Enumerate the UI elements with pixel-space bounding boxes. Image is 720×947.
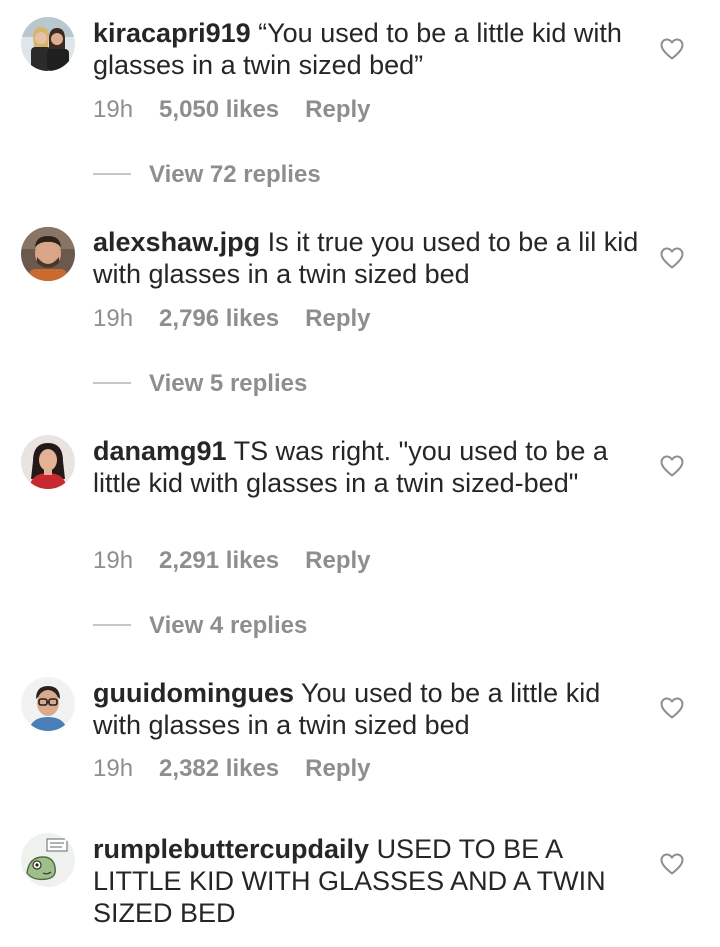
comment-meta: 19h 2,796 likes Reply	[93, 305, 371, 333]
comment-likes[interactable]: 2,291 likes	[159, 547, 279, 575]
comment-time: 19h	[93, 547, 134, 574]
comment-meta: 19h 2,291 likes Reply	[93, 547, 371, 575]
comment-text: rumplebuttercupdaily USED TO BE A LITTLE…	[93, 833, 641, 929]
avatar[interactable]	[21, 17, 75, 71]
view-replies-label: View 72 replies	[149, 161, 321, 188]
comment-text: kiracapri919 “You used to be a little ki…	[93, 17, 641, 81]
comment-time: 19h	[93, 96, 134, 123]
comment-username[interactable]: rumplebuttercupdaily	[93, 834, 369, 864]
view-replies-button[interactable]: View 72 replies	[93, 161, 321, 189]
avatar[interactable]	[21, 435, 75, 489]
comment-likes[interactable]: 5,050 likes	[159, 96, 279, 124]
view-replies-button[interactable]: View 4 replies	[93, 612, 307, 640]
comment-username[interactable]: alexshaw.jpg	[93, 227, 260, 257]
comment-username[interactable]: danamg91	[93, 436, 227, 466]
comment-time: 19h	[93, 755, 134, 782]
comment-meta: 19h 5,050 likes Reply	[93, 96, 371, 124]
divider-line	[93, 623, 131, 626]
heart-icon[interactable]	[660, 697, 684, 719]
comment-username[interactable]: kiracapri919	[93, 18, 251, 48]
comment-time: 19h	[93, 305, 134, 332]
heart-icon[interactable]	[660, 38, 684, 60]
comment-likes[interactable]: 2,796 likes	[159, 305, 279, 333]
comment-text: alexshaw.jpg Is it true you used to be a…	[93, 226, 641, 290]
reply-button[interactable]: Reply	[305, 96, 370, 124]
divider-line	[93, 381, 131, 384]
comment-likes[interactable]: 2,382 likes	[159, 755, 279, 783]
heart-icon[interactable]	[660, 853, 684, 875]
avatar[interactable]	[21, 677, 75, 731]
comment-text: danamg91 TS was right. "you used to be a…	[93, 435, 641, 499]
reply-button[interactable]: Reply	[305, 305, 370, 333]
comment-meta: 19h 2,382 likes Reply	[93, 755, 371, 783]
heart-icon[interactable]	[660, 247, 684, 269]
divider-line	[93, 172, 131, 175]
reply-button[interactable]: Reply	[305, 547, 370, 575]
heart-icon[interactable]	[660, 455, 684, 477]
view-replies-button[interactable]: View 5 replies	[93, 370, 307, 398]
comment-username[interactable]: guuidomingues	[93, 678, 294, 708]
avatar[interactable]	[21, 833, 75, 887]
comment-text: guuidomingues You used to be a little ki…	[93, 677, 641, 741]
avatar[interactable]	[21, 227, 75, 281]
reply-button[interactable]: Reply	[305, 755, 370, 783]
view-replies-label: View 5 replies	[149, 370, 308, 397]
view-replies-label: View 4 replies	[149, 612, 308, 639]
